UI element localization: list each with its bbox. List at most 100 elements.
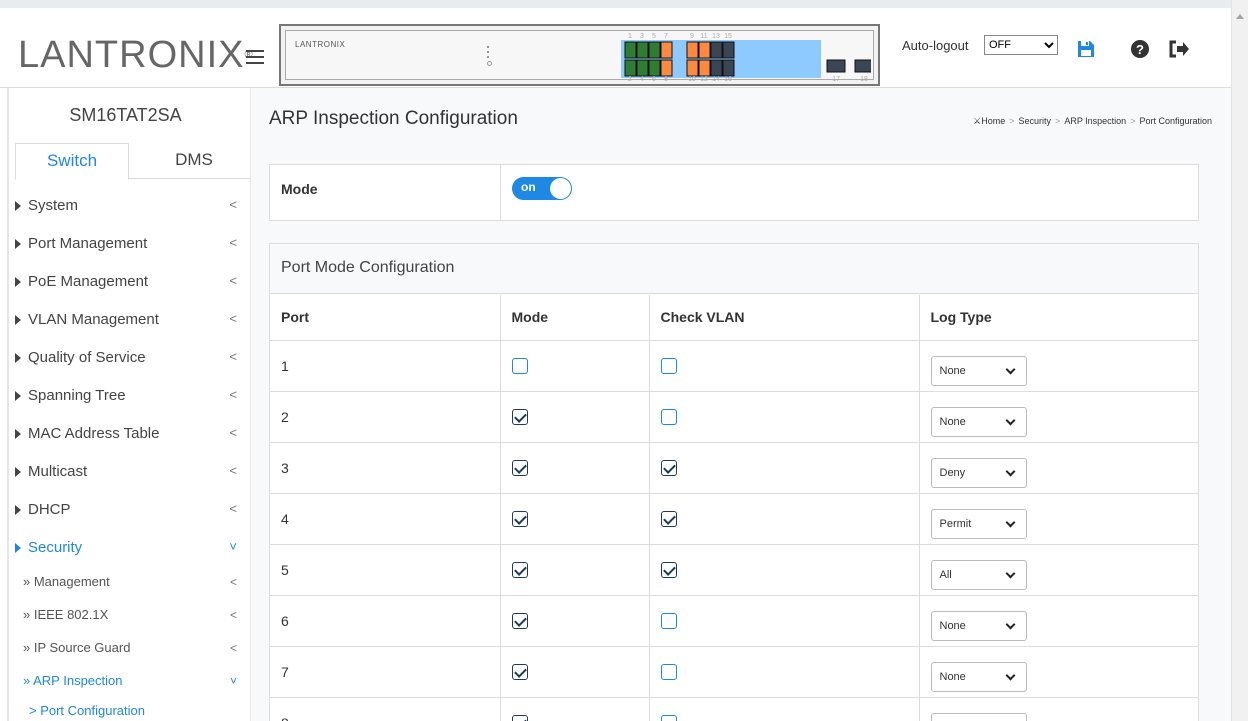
port-number-top: 9 — [690, 33, 694, 40]
port-number-bottom: 14 — [712, 76, 720, 82]
sidebar-item-security[interactable]: Security ˅ — [15, 533, 251, 571]
check-vlan-checkbox[interactable] — [660, 664, 677, 680]
sfp-port — [854, 59, 871, 73]
logout-icon[interactable] — [1168, 39, 1190, 61]
log-type-select[interactable]: All — [930, 559, 1027, 590]
sidebar-item-label: PoE Management — [28, 273, 149, 290]
mode-toggle[interactable]: on — [512, 177, 572, 200]
chevron-left-icon: < — [229, 641, 237, 655]
breadcrumb-port-configuration: Port Configuration — [1139, 116, 1212, 126]
breadcrumb-home[interactable]: Home — [981, 116, 1005, 126]
sidebar-subitem-port-configuration[interactable]: > Port Configuration — [15, 703, 251, 721]
mode-cell — [500, 391, 650, 443]
breadcrumb-arp-inspection[interactable]: ARP Inspection — [1064, 116, 1126, 126]
log-type-value: Permit — [939, 517, 972, 530]
menu-icon[interactable] — [246, 50, 264, 64]
sidebar-item-spanning-tree[interactable]: Spanning Tree < — [15, 381, 251, 419]
caret-right-icon — [15, 429, 21, 439]
sidebar-subitem-label: » Management — [23, 574, 110, 589]
breadcrumb-separator: > — [1055, 116, 1061, 126]
mode-checkbox[interactable] — [511, 460, 528, 476]
sidebar-item-system[interactable]: System < — [15, 191, 251, 229]
table-row: 3 Deny — [270, 442, 1198, 494]
check-vlan-checkbox[interactable] — [660, 409, 677, 425]
port-top — [722, 41, 735, 59]
chevron-down-icon — [1005, 517, 1015, 527]
sidebar-subitem-label: » ARP Inspection — [23, 673, 123, 688]
breadcrumb-security[interactable]: Security — [1019, 116, 1052, 126]
port-cell: 3 — [270, 442, 501, 494]
mode-cell — [500, 595, 650, 647]
log-type-select[interactable]: Deny — [930, 457, 1027, 488]
mode-checkbox[interactable] — [511, 562, 528, 578]
save-icon[interactable] — [1076, 39, 1098, 61]
check-vlan-checkbox[interactable] — [660, 460, 677, 476]
check-vlan-cell — [649, 442, 920, 494]
port-cell: 1 — [270, 340, 501, 392]
check-vlan-checkbox[interactable] — [660, 511, 677, 527]
check-vlan-checkbox[interactable] — [660, 562, 677, 578]
caret-right-icon — [15, 239, 21, 249]
log-type-select[interactable]: None — [930, 661, 1027, 692]
sidebar-subitem-management[interactable]: » Management < — [15, 571, 251, 604]
header: LANTRONIX® LANTRONIX 1 2 3 4 5 6 7 8 9 10 11 12 13 14… — [0, 0, 1231, 88]
sidebar-item-vlan-management[interactable]: VLAN Management < — [15, 305, 251, 343]
mode-checkbox[interactable] — [511, 715, 528, 721]
column-header-port: Port — [270, 295, 501, 341]
sidebar-subitem-ieee-802-1x[interactable]: » IEEE 802.1X < — [15, 604, 251, 637]
mode-checkbox[interactable] — [511, 664, 528, 680]
port-top — [660, 41, 673, 59]
port-cell: 4 — [270, 493, 501, 545]
port-bottom — [648, 59, 661, 77]
port-mode-table: Port Mode Check VLAN Log Type 1 None 2 None… — [270, 295, 1198, 721]
column-header-log-type: Log Type — [919, 295, 1198, 341]
table-header-row: Port Mode Check VLAN Log Type — [270, 295, 1198, 341]
mode-checkbox[interactable] — [511, 358, 528, 374]
mode-checkbox[interactable] — [511, 613, 528, 629]
table-row: 6 None — [270, 595, 1198, 647]
chevron-left-icon: < — [229, 501, 237, 516]
sidebar-item-port-management[interactable]: Port Management < — [15, 229, 251, 267]
sidebar-item-mac-address-table[interactable]: MAC Address Table < — [15, 419, 251, 457]
port-bottom — [660, 59, 673, 77]
sidebar-item-label: Security — [28, 539, 83, 556]
sidebar-item-label: DHCP — [28, 501, 71, 518]
chevron-left-icon: < — [229, 575, 237, 589]
sidebar-item-multicast[interactable]: Multicast < — [15, 457, 251, 495]
mode-checkbox[interactable] — [511, 409, 528, 425]
check-vlan-checkbox[interactable] — [660, 715, 677, 721]
check-vlan-cell — [649, 646, 920, 698]
chevron-left-icon: < — [229, 425, 237, 440]
sidebar-subitem-arp-inspection[interactable]: » ARP Inspection ˅ — [15, 670, 251, 703]
sidebar-item-poe-management[interactable]: PoE Management < — [15, 267, 251, 305]
port-bottom — [636, 59, 649, 77]
help-icon[interactable]: ? — [1130, 39, 1152, 61]
tab-switch[interactable]: Switch — [15, 143, 129, 180]
lantronix-logo[interactable]: LANTRONIX® — [18, 36, 254, 74]
table-row: 7 None — [270, 646, 1198, 698]
sidebar-nav: System < Port Management < PoE Management < VL… — [15, 191, 251, 721]
port-number-bottom: 17 — [832, 76, 840, 82]
log-type-select[interactable]: Permit — [930, 508, 1027, 539]
port-number-bottom: 4 — [640, 76, 644, 82]
port-bottom — [710, 59, 723, 77]
sidebar-subitem-ip-source-guard[interactable]: » IP Source Guard < — [15, 637, 251, 670]
port-mode-panel: Port Mode Configuration Port Mode Check … — [269, 243, 1199, 721]
scroll-up-arrow-icon[interactable] — [1236, 14, 1244, 19]
tab-dms[interactable]: DMS — [137, 143, 251, 180]
log-type-select[interactable]: None — [930, 712, 1027, 721]
sidebar-subitem-label: » IEEE 802.1X — [23, 607, 109, 622]
log-type-select[interactable]: None — [930, 610, 1027, 641]
log-type-select[interactable]: None — [930, 406, 1027, 437]
check-vlan-checkbox[interactable] — [660, 358, 677, 374]
log-type-select[interactable]: None — [930, 355, 1027, 386]
sidebar-item-dhcp[interactable]: DHCP < — [15, 495, 251, 533]
chevron-left-icon: < — [229, 463, 237, 478]
check-vlan-checkbox[interactable] — [660, 613, 677, 629]
sidebar-item-quality-of-service[interactable]: Quality of Service < — [15, 343, 251, 381]
caret-right-icon — [15, 277, 21, 287]
mode-checkbox[interactable] — [511, 511, 528, 527]
vertical-scrollbar[interactable] — [1231, 0, 1248, 721]
auto-logout-select[interactable]: OFF — [984, 35, 1058, 55]
check-vlan-cell — [649, 697, 920, 721]
